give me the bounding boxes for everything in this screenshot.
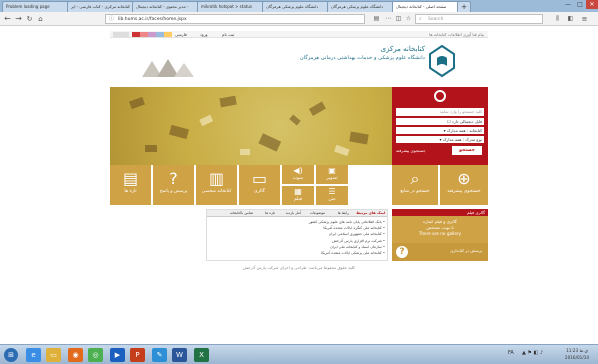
firefox-icon[interactable]: ◉ (68, 348, 83, 362)
more-icon[interactable]: ⋯ (384, 14, 393, 24)
gallery-panel: گالری فیلم گالری و فیلم اشاره تا نوبت مش… (392, 209, 488, 261)
explorer-icon[interactable]: ▭ (46, 348, 61, 362)
forward-icon[interactable]: → (14, 14, 23, 24)
site-logo-text[interactable]: کتابخانه مرکزی دانشگاه علوم پزشکی و خدما… (280, 44, 425, 82)
search-plus-icon: ⊕ (457, 169, 471, 188)
question-icon: ? (396, 246, 408, 258)
tile-personal-library[interactable]: ▥ کتابخانه شخصی (196, 165, 237, 205)
tile-search-resources[interactable]: ⌕ جستجو در منابع (392, 165, 438, 205)
document-type-select[interactable]: نوع مدرک : همه مدارک ▾ (396, 136, 484, 143)
flying-books-illustration (129, 95, 369, 157)
browser-nav-bar: ← → ↻ ⌂ ⓘ lib.hums.ac.ir/faces/home.jspx… (0, 12, 598, 26)
register-link[interactable]: ثبت نام (222, 31, 234, 38)
doc-icon: ▤ (122, 169, 139, 188)
search-icon: ⌕ (410, 169, 420, 188)
excel-icon[interactable]: X (194, 348, 209, 362)
tab-stats[interactable]: آمار بازدید (286, 210, 301, 217)
digital-file-checkbox[interactable]: فایل دیجیتالی دارد ☐ (396, 118, 484, 125)
sidebar-icon[interactable]: ◧ (566, 14, 575, 24)
tile-text[interactable]: ☰ متن (316, 186, 348, 205)
site-footer: کلیه حقوق محفوظ می‌باشد. طراحی و اجرای ش… (243, 265, 355, 270)
bookmark-star-icon[interactable]: ☆ (404, 14, 413, 24)
bottom-section: لینک های مرتبط رابط ها موضوعات آمار بازد… (110, 209, 488, 261)
tab-interfaces[interactable]: رابط ها (338, 210, 349, 217)
search-panel-input[interactable]: کلید جستجو را وارد نمایید (396, 108, 484, 116)
tab-subjects[interactable]: موضوعات (310, 210, 325, 217)
tile-news[interactable]: ▤ تازه ها (110, 165, 151, 205)
reload-icon[interactable]: ↻ (25, 14, 34, 24)
window-controls: — □ ✕ (562, 0, 598, 9)
feature-tiles: ▤ تازه ها ? پرسش و پاسخ ▥ کتابخانه شخصی ▭ گا… (110, 165, 488, 205)
list-item[interactable]: • کتابخانه ملی پزشکی ایالات متحده آمریکا (271, 250, 385, 256)
lang-persian-link[interactable]: فارسی (175, 31, 187, 38)
tile-gallery[interactable]: ▭ گالری (239, 165, 280, 205)
tab-contact[interactable]: تماس باکتابخانه (230, 210, 253, 217)
links-box: لینک های مرتبط رابط ها موضوعات آمار بازد… (206, 209, 388, 261)
search-bar[interactable]: ⌕ Search (415, 14, 543, 24)
reader-icon[interactable]: ▤ (372, 14, 381, 24)
gallery-icon: ▭ (251, 169, 268, 188)
tile-image[interactable]: ▣ تصویر (316, 165, 348, 184)
chrome-icon[interactable]: ◎ (88, 348, 103, 362)
search-panel-logo-icon (434, 90, 446, 102)
tile-faq[interactable]: ? پرسش و پاسخ (153, 165, 194, 205)
tile-audio[interactable]: ◀) صوت (282, 165, 314, 184)
close-window-button[interactable]: ✕ (586, 0, 598, 9)
university-logo-icon[interactable] (428, 44, 456, 78)
color-theme-icons[interactable] (132, 32, 172, 37)
tab-related-links[interactable]: لینک های مرتبط (356, 210, 385, 217)
media-player-icon[interactable]: ▶ (110, 348, 125, 362)
tile-advanced-search[interactable]: ⊕ جستجوی پیشرفته (440, 165, 488, 205)
clock[interactable]: 11:23 ق.ظ 2016/01/14 (560, 347, 594, 361)
login-link[interactable]: ورود (200, 31, 208, 38)
url-bar[interactable]: ⓘ lib.hums.ac.ir/faces/home.jspx (105, 14, 365, 24)
search-icon: ⌕ (419, 16, 422, 22)
text-icon: ☰ (328, 187, 336, 196)
library-select[interactable]: کتابخانه : همه مدارک ▾ (396, 127, 484, 134)
gallery-panel-text: گالری و فیلم اشاره تا نوبت مشخص There ar… (418, 219, 462, 236)
flag-icons[interactable] (113, 32, 129, 37)
powerpoint-icon[interactable]: P (130, 348, 145, 362)
tray-icons[interactable]: ▲ ⚑ ◧ ♪ (522, 350, 543, 356)
hero-banner: کلید جستجو را وارد نمایید فایل دیجیتالی … (110, 87, 488, 165)
pocket-icon[interactable]: ◫ (394, 14, 403, 24)
back-icon[interactable]: ← (3, 14, 12, 24)
ie-icon[interactable]: e (26, 348, 41, 362)
gallery-panel-title: گالری فیلم (392, 209, 488, 216)
image-icon: ▣ (328, 166, 336, 175)
advanced-search-link[interactable]: جستجوی پیشرفته (396, 147, 444, 154)
paint-icon[interactable]: ✎ (152, 348, 167, 362)
windows-taskbar: ⊞ e ▭ ◉ ◎ ▶ P ✎ W X FA ▲ ⚑ ◧ ♪ 11:23 ق.ظ… (0, 344, 598, 364)
links-list: • بانک اطلاعاتی پایان نامه های علوم پزشک… (271, 219, 385, 256)
ask-librarian-box[interactable]: ? پرسش در کتابداری (392, 243, 488, 261)
start-icon[interactable]: ⊞ (4, 348, 18, 362)
info-icon[interactable]: ⓘ (109, 15, 114, 24)
site-top-strip: فارسی ورود ثبت نام پیام فنا آوری اطلاعات… (110, 31, 488, 38)
browser-tab-strip: Problem loading page✕ کتابخانه مرکزی - ک… (0, 0, 598, 13)
minimize-button[interactable]: — (562, 0, 574, 9)
menu-icon[interactable]: ≡ (580, 14, 589, 24)
film-icon: ▦ (294, 187, 302, 196)
audio-icon: ◀) (293, 166, 303, 175)
books-icon: ▥ (208, 169, 225, 188)
links-tab-bar: لینک های مرتبط رابط ها موضوعات آمار بازد… (207, 210, 387, 217)
question-icon: ? (169, 169, 178, 188)
library-icon[interactable]: ⫼ (553, 14, 562, 24)
header-books-decoration (142, 59, 194, 77)
tile-film[interactable]: ▦ فیلم (282, 186, 314, 205)
input-language[interactable]: FA (508, 350, 514, 356)
search-button[interactable]: جستجو (452, 146, 482, 155)
tab-news[interactable]: تازه ها (265, 210, 275, 217)
home-icon[interactable]: ⌂ (36, 14, 45, 24)
search-panel: کلید جستجو را وارد نمایید فایل دیجیتالی … (392, 87, 488, 165)
topstrip-label: پیام فنا آوری اطلاعات کتابخانه ها (429, 32, 484, 37)
maximize-button[interactable]: □ (574, 0, 586, 9)
word-icon[interactable]: W (172, 348, 187, 362)
